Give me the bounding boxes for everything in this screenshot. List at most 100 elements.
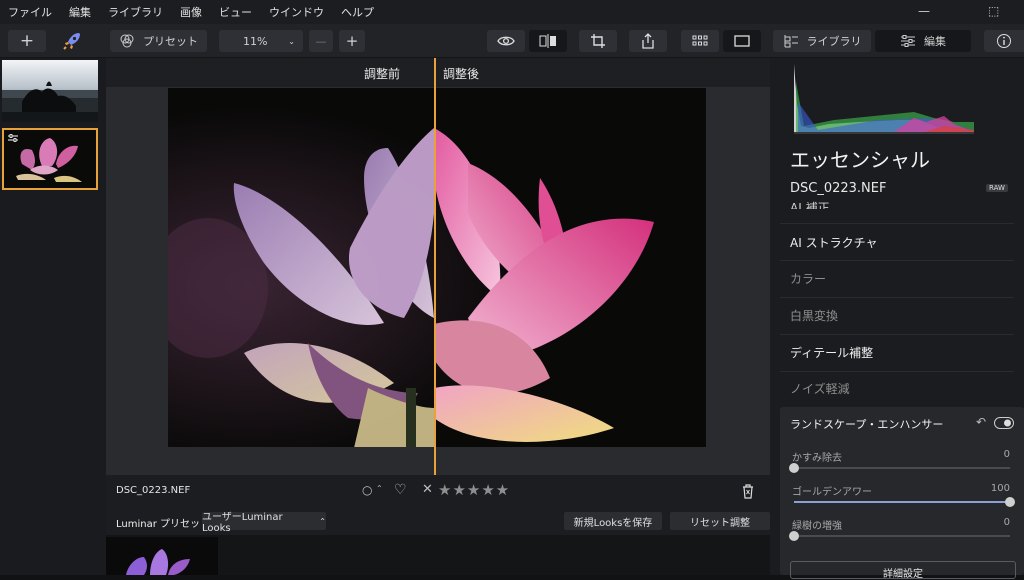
- edited-badge-icon: [8, 134, 18, 142]
- menu-bar: ファイル 編集 ライブラリ 画像 ビュー ウインドウ ヘルプ: [0, 0, 1024, 24]
- single-view-button[interactable]: [723, 30, 761, 52]
- maximize-button[interactable]: ⬚: [988, 4, 999, 18]
- raw-badge: RAW: [986, 184, 1008, 192]
- histogram: [794, 64, 974, 134]
- menu-view[interactable]: ビュー: [219, 4, 252, 20]
- menu-window[interactable]: ウインドウ: [269, 4, 324, 20]
- tool-bw-conversion[interactable]: 白黒変換: [790, 307, 838, 324]
- compare-divider[interactable]: [434, 58, 436, 475]
- haze-removal-label: かすみ除去: [792, 453, 842, 464]
- reset-label: リセット調整: [690, 517, 750, 529]
- reject-icon[interactable]: ✕: [422, 482, 433, 497]
- crop-icon: [591, 34, 605, 48]
- advanced-settings-button[interactable]: 詳細設定: [790, 561, 1016, 580]
- menu-file[interactable]: ファイル: [8, 4, 52, 20]
- zoom-select[interactable]: 11% ⌄: [219, 30, 303, 52]
- preview-toggle-button[interactable]: [487, 30, 525, 52]
- golden-hour-fill: [794, 501, 1010, 503]
- plus-icon: +: [19, 31, 35, 51]
- info-button[interactable]: [984, 30, 1024, 52]
- rocket-icon[interactable]: [60, 29, 84, 56]
- preset-category-select[interactable]: ユーザーLuminar Looks ⌃: [202, 512, 326, 534]
- foliage-enhancer-handle[interactable]: [789, 531, 799, 541]
- foliage-enhancer-slider[interactable]: [789, 531, 1010, 541]
- save-looks-label: 新規Looksを保存: [573, 517, 653, 529]
- single-image-icon: [734, 35, 750, 47]
- thumbnail-seascape[interactable]: [2, 60, 98, 122]
- menu-image[interactable]: 画像: [180, 4, 202, 20]
- preset-thumbnails: [106, 535, 770, 575]
- library-label: ライブラリ: [806, 35, 862, 48]
- image-filename: DSC_0223.NEF: [116, 485, 191, 496]
- library-tab[interactable]: ライブラリ: [773, 30, 871, 52]
- undo-icon[interactable]: ↶: [976, 415, 986, 429]
- after-label: 調整後: [443, 67, 480, 81]
- zoom-out-button[interactable]: —: [309, 30, 333, 52]
- minus-icon: —: [315, 34, 327, 48]
- library-icon: [784, 35, 798, 48]
- preset-thumbnail[interactable]: [106, 537, 218, 575]
- flag-button[interactable]: ○: [362, 483, 372, 497]
- presets-button[interactable]: プリセット: [110, 30, 207, 52]
- landscape-enhancer-title: ランドスケープ・エンハンサー: [790, 418, 944, 431]
- toolbar: + プリセット 11% ⌄ — + ライブラリ 編集: [0, 24, 1024, 58]
- toggle-switch[interactable]: [994, 417, 1014, 429]
- filmstrip: [0, 58, 106, 575]
- haze-removal-slider[interactable]: [789, 463, 1010, 473]
- separator: [780, 260, 1014, 261]
- presets-label: プリセット: [143, 35, 198, 48]
- landscape-enhancer-panel: ランドスケープ・エンハンサー ↶ かすみ除去 0 ゴールデンアワー 100 緑樹…: [780, 407, 1024, 580]
- menu-help[interactable]: ヘルプ: [341, 4, 374, 20]
- chevron-up-icon: ⌃: [319, 516, 326, 526]
- golden-hour-handle[interactable]: [1005, 497, 1015, 507]
- menu-library[interactable]: ライブラリ: [108, 4, 163, 20]
- grid-view-button[interactable]: [681, 30, 719, 52]
- star-rating[interactable]: ★★★★★: [438, 481, 510, 499]
- sliders-icon: [901, 35, 915, 47]
- haze-removal-handle[interactable]: [789, 463, 799, 473]
- add-photos-button[interactable]: +: [8, 30, 46, 52]
- edit-label: 編集: [924, 35, 946, 48]
- zoom-in-button[interactable]: +: [339, 30, 365, 52]
- lotus-photo[interactable]: [168, 88, 706, 447]
- compare-button[interactable]: [529, 30, 567, 52]
- tool-color[interactable]: カラー: [790, 270, 826, 287]
- menu-edit[interactable]: 編集: [69, 4, 91, 20]
- section-title: エッセンシャル: [790, 148, 930, 172]
- golden-hour-label: ゴールデンアワー: [792, 487, 872, 498]
- trash-icon[interactable]: [741, 483, 755, 499]
- edit-tab[interactable]: 編集: [875, 30, 971, 52]
- info-icon: [997, 34, 1011, 48]
- compare-header: 調整前 調整後: [106, 58, 770, 87]
- tool-details[interactable]: ディテール補整: [790, 344, 873, 361]
- thumbnail-lotus-selected[interactable]: [2, 128, 98, 190]
- golden-hour-slider[interactable]: [794, 497, 1015, 507]
- seascape-image: [2, 60, 98, 122]
- minimize-button[interactable]: —: [918, 4, 930, 18]
- heart-icon[interactable]: ♡: [394, 482, 407, 498]
- reset-adjustments-button[interactable]: リセット調整: [670, 512, 770, 530]
- share-icon: [642, 33, 654, 49]
- edit-panel: エッセンシャル DSC_0223.NEF RAW AI 補正 AI ストラクチャ…: [770, 58, 1024, 580]
- tool-ai-structure[interactable]: AI ストラクチャ: [790, 234, 877, 251]
- grid-icon: [692, 35, 708, 46]
- presets-bar: Luminar プリセット ユーザーLuminar Looks ⌃ 新規Look…: [106, 507, 770, 535]
- image-viewer: 調整前 調整後: [106, 58, 770, 475]
- plus-icon: +: [345, 32, 359, 50]
- chevron-up-icon[interactable]: ⌃: [376, 484, 383, 493]
- tool-denoise[interactable]: ノイズ軽減: [790, 380, 850, 397]
- separator: [780, 223, 1014, 224]
- tool-ai-enhance[interactable]: AI 補正: [790, 199, 830, 209]
- share-button[interactable]: [629, 30, 667, 52]
- crop-button[interactable]: [579, 30, 617, 52]
- image-info-bar: DSC_0223.NEF ○ ⌃ ♡ ✕ ★★★★★: [106, 475, 770, 507]
- foliage-enhancer-value: 0: [1003, 517, 1010, 528]
- zoom-value: 11%: [243, 34, 268, 48]
- lotus-image: [168, 88, 706, 447]
- split-view-icon: [539, 34, 556, 48]
- panel-filename: DSC_0223.NEF: [790, 181, 887, 196]
- separator: [780, 334, 1014, 335]
- presets-icon: [120, 34, 134, 48]
- save-looks-button[interactable]: 新規Looksを保存: [564, 512, 662, 530]
- before-label: 調整前: [364, 67, 401, 81]
